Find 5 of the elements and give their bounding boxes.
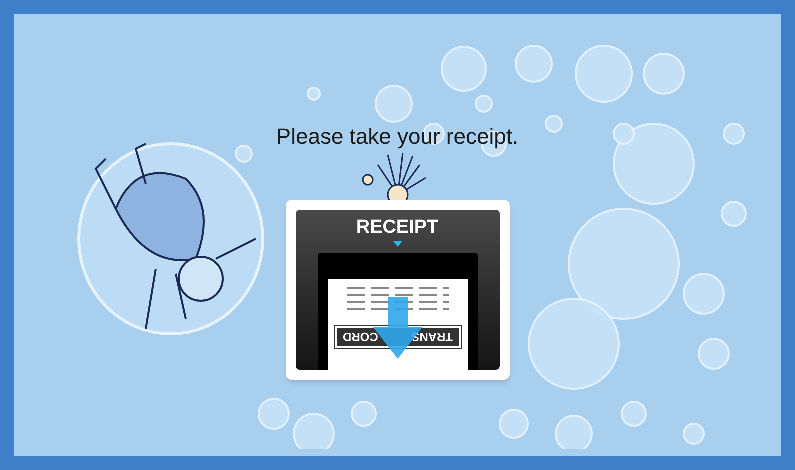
- prompt-text: Please take your receipt.: [276, 126, 519, 148]
- record-text: CORD: [342, 329, 378, 346]
- down-triangle-icon: [392, 241, 402, 247]
- receipt-label: RECEIPT: [356, 218, 439, 237]
- record-text: TRANS: [411, 329, 452, 346]
